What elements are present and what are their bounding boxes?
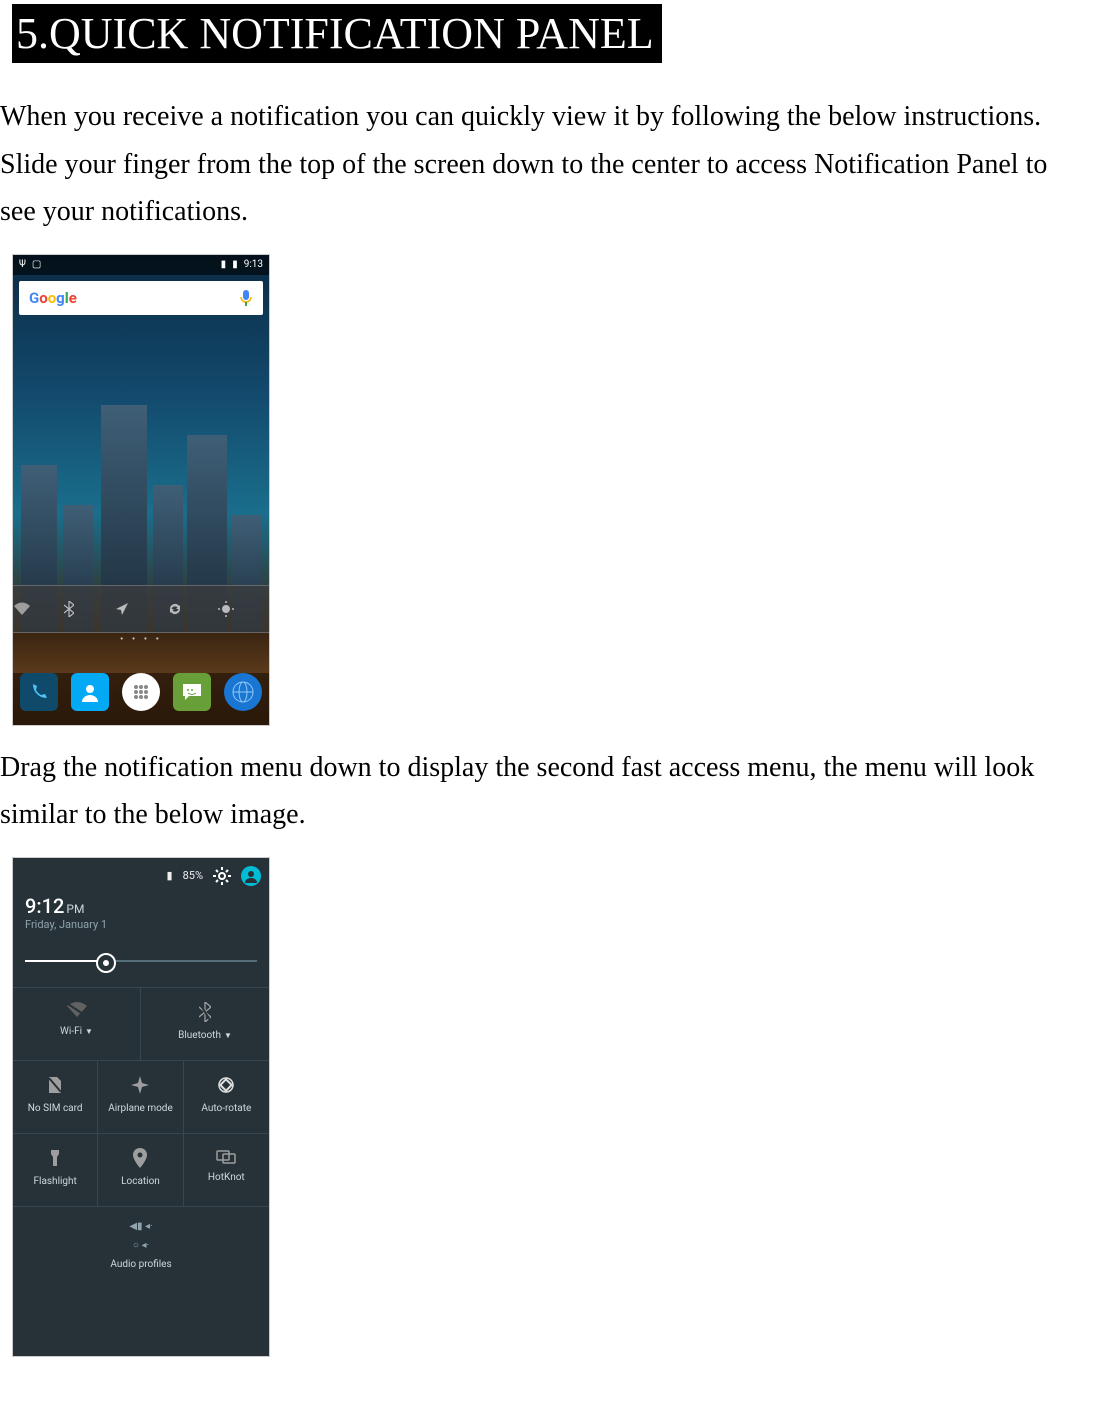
bluetooth-icon[interactable] — [64, 601, 115, 617]
tile-wifi[interactable]: Wi-Fi▼ — [13, 988, 141, 1060]
settings-gear-icon[interactable] — [213, 867, 231, 885]
contacts-app-icon[interactable] — [71, 673, 109, 711]
flashlight-icon — [48, 1148, 62, 1168]
tile-location[interactable]: Location — [98, 1134, 183, 1206]
messages-app-icon[interactable] — [173, 673, 211, 711]
screenshot-home: Ψ ▢ ▮ ▮ 9:13 Google — [12, 254, 270, 726]
wifi-icon[interactable] — [13, 602, 64, 616]
tile-label: Bluetooth — [178, 1030, 221, 1041]
qs-ampm: PM — [66, 902, 84, 916]
usb-icon: Ψ — [19, 259, 26, 270]
tile-label: Airplane mode — [108, 1103, 173, 1114]
qs-time-value: 9:12 — [25, 894, 64, 918]
phone-app-icon[interactable] — [20, 673, 58, 711]
sim-icon — [47, 1075, 63, 1095]
battery-icon: ▮ — [167, 869, 173, 882]
rotate-icon — [216, 1075, 236, 1095]
volume-icon-2: ○ ◂· — [133, 1240, 149, 1251]
location-arrow-icon[interactable] — [115, 602, 166, 616]
brightness-icon[interactable] — [218, 601, 269, 617]
tile-bluetooth[interactable]: Bluetooth▼ — [141, 988, 269, 1060]
qs-header: ▮ 85% — [13, 858, 269, 894]
status-bar: Ψ ▢ ▮ ▮ 9:13 — [13, 255, 269, 275]
bluetooth-icon — [199, 1002, 211, 1022]
tile-flashlight[interactable]: Flashlight — [13, 1134, 98, 1206]
tile-label: Location — [121, 1176, 160, 1187]
google-logo: Google — [29, 289, 77, 307]
tile-airplane[interactable]: Airplane mode — [98, 1061, 183, 1133]
tile-rotate[interactable]: Auto-rotate — [184, 1061, 269, 1133]
tile-label: Auto-rotate — [201, 1103, 251, 1114]
location-pin-icon — [132, 1148, 148, 1168]
tile-label: Wi-Fi — [60, 1026, 82, 1037]
battery-percent: 85% — [183, 869, 203, 882]
brightness-slider[interactable] — [25, 949, 257, 973]
qs-clock: 9:12PM Friday, January 1 — [13, 894, 269, 939]
page-indicator: • • • • — [13, 634, 269, 645]
app-drawer-icon[interactable] — [122, 673, 160, 711]
user-avatar-icon[interactable] — [241, 866, 261, 886]
tile-label: Audio profiles — [110, 1259, 171, 1270]
second-paragraph: Drag the notification menu down to displ… — [0, 744, 1082, 839]
hotknot-icon — [216, 1148, 236, 1164]
tile-hotknot[interactable]: HotKnot — [184, 1134, 269, 1206]
mic-icon[interactable] — [239, 289, 253, 307]
caret-down-icon: ▼ — [224, 1031, 232, 1040]
signal-icon: ▮ — [221, 259, 227, 270]
quick-toggle-row — [13, 585, 269, 633]
airplane-icon — [130, 1075, 150, 1095]
google-search-bar[interactable]: Google — [19, 281, 263, 315]
tile-label: HotKnot — [208, 1172, 245, 1183]
dock — [13, 667, 269, 717]
caret-down-icon: ▼ — [85, 1027, 93, 1036]
intro-paragraph: When you receive a notification you can … — [0, 93, 1082, 236]
tile-label: Flashlight — [34, 1176, 77, 1187]
wifi-icon — [66, 1002, 88, 1018]
section-heading: 5.QUICK NOTIFICATION PANEL — [12, 4, 662, 63]
qs-date: Friday, January 1 — [25, 918, 257, 931]
tile-label: No SIM card — [28, 1103, 83, 1114]
battery-icon: ▮ — [232, 259, 238, 270]
volume-icon: ◀▮ ◂· — [129, 1221, 152, 1232]
browser-app-icon[interactable] — [224, 673, 262, 711]
screenshot-icon: ▢ — [32, 259, 41, 270]
status-time: 9:13 — [244, 259, 263, 270]
brightness-thumb-icon[interactable] — [96, 953, 116, 973]
wallpaper-skyline — [13, 313, 269, 725]
sync-icon[interactable] — [167, 601, 218, 617]
tile-audio-profiles[interactable]: ◀▮ ◂· ○ ◂· Audio profiles — [13, 1207, 269, 1280]
screenshot-quick-settings: ▮ 85% 9:12PM Friday, January 1 Wi-Fi▼ — [12, 857, 270, 1357]
tile-sim[interactable]: No SIM card — [13, 1061, 98, 1133]
